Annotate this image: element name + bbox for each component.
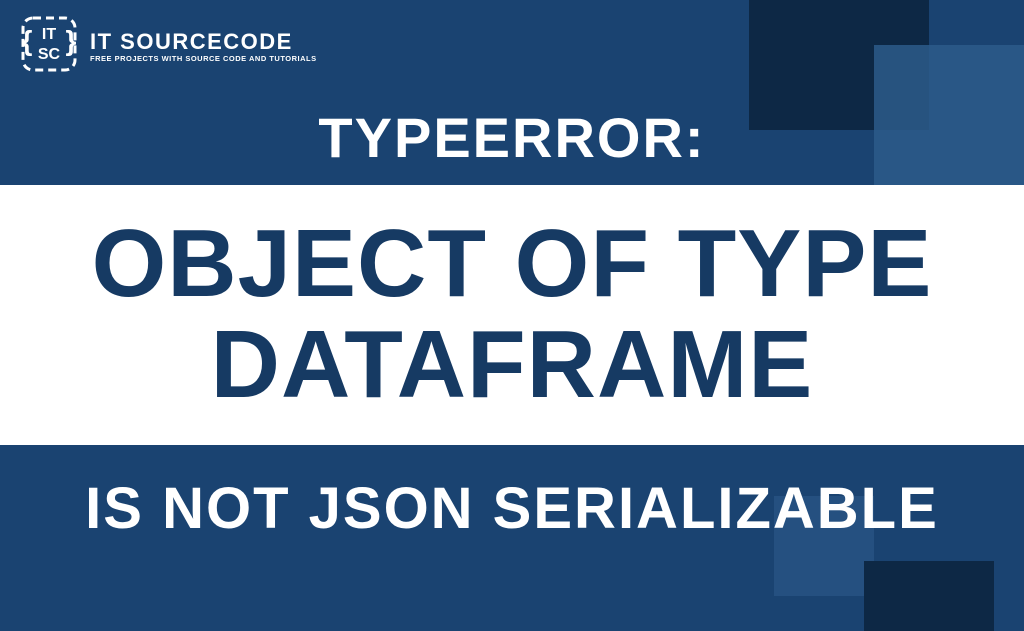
- svg-text:{: {: [22, 25, 33, 56]
- svg-text:IT: IT: [42, 26, 56, 43]
- error-detail-heading: IS NOT JSON SERIALIZABLE: [0, 475, 1024, 542]
- logo-icon: IT SC { }: [20, 15, 78, 78]
- svg-text:}: }: [66, 25, 77, 56]
- main-error-text: OBJECT OF TYPE DATAFRAME: [92, 214, 933, 416]
- logo-title: IT SOURCECODE: [90, 31, 317, 53]
- site-logo: IT SC { } IT SOURCECODE FREE PROJECTS WI…: [20, 15, 317, 78]
- svg-text:SC: SC: [38, 46, 61, 63]
- logo-text: IT SOURCECODE FREE PROJECTS WITH SOURCE …: [90, 31, 317, 63]
- error-type-heading: TYPEERROR:: [0, 105, 1024, 170]
- logo-tagline: FREE PROJECTS WITH SOURCE CODE AND TUTOR…: [90, 55, 317, 63]
- main-content-band: OBJECT OF TYPE DATAFRAME: [0, 185, 1024, 445]
- decorative-square: [864, 561, 994, 631]
